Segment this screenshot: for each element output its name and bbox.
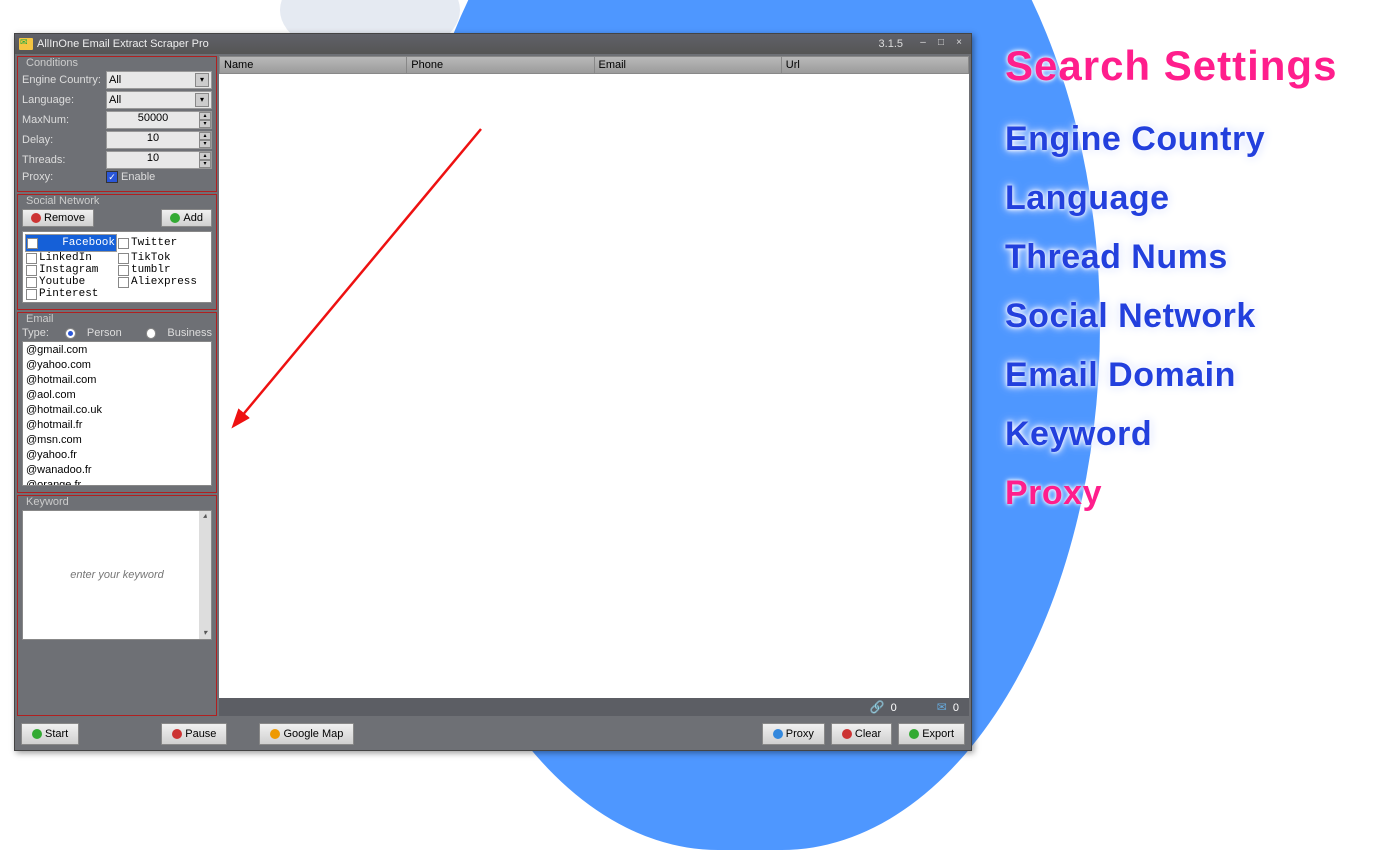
language-select[interactable]: All▾ <box>106 91 212 109</box>
social-item-tiktok[interactable]: TikTok <box>117 252 209 264</box>
version-label: 3.1.5 <box>879 38 903 50</box>
list-item: @wanadoo.fr <box>26 463 208 478</box>
language-label: Language: <box>22 94 106 106</box>
proxy-checkbox[interactable]: ✓ <box>106 171 118 183</box>
social-item-instagram[interactable]: Instagram <box>25 264 117 276</box>
list-item: @yahoo.com <box>26 358 208 373</box>
type-label: Type: <box>22 327 57 339</box>
app-icon <box>19 38 33 50</box>
annotation-item: Engine Country <box>1005 120 1385 159</box>
social-title: Social Network <box>24 195 101 207</box>
annotation-item: Language <box>1005 179 1385 218</box>
status-bar: 🔗 0 ✉ 0 <box>219 698 969 716</box>
window-title: AllInOne Email Extract Scraper Pro <box>37 38 209 50</box>
threads-label: Threads: <box>22 154 106 166</box>
col-phone[interactable]: Phone <box>407 56 594 74</box>
table-header: Name Phone Email Url <box>219 56 969 74</box>
add-button[interactable]: Add <box>161 209 212 227</box>
keyword-panel: Keyword enter your keyword ▴▾ <box>17 495 217 716</box>
table-body <box>219 74 969 698</box>
delay-input[interactable]: 10▴▾ <box>106 131 212 149</box>
conditions-title: Conditions <box>24 57 80 69</box>
col-name[interactable]: Name <box>219 56 407 74</box>
threads-input[interactable]: 10▴▾ <box>106 151 212 169</box>
proxy-enable-label: Enable <box>121 171 155 183</box>
main-table-area: Name Phone Email Url 🔗 0 ✉ 0 <box>219 56 969 716</box>
social-item-aliexpress[interactable]: Aliexpress <box>117 276 209 288</box>
start-button[interactable]: Start <box>21 723 79 745</box>
play-icon <box>32 729 42 739</box>
list-item: @hotmail.fr <box>26 418 208 433</box>
list-item: @orange.fr <box>26 478 208 486</box>
col-url[interactable]: Url <box>782 56 969 74</box>
engine-country-label: Engine Country: <box>22 74 106 86</box>
annotation-item: Keyword <box>1005 415 1385 454</box>
list-item: @msn.com <box>26 433 208 448</box>
delay-label: Delay: <box>22 134 106 146</box>
close-button[interactable]: × <box>951 37 967 51</box>
social-item-tumblr[interactable]: tumblr <box>117 264 209 276</box>
app-window: AllInOne Email Extract Scraper Pro 3.1.5… <box>14 33 972 751</box>
annotation-item: Social Network <box>1005 297 1385 336</box>
annotation-item: Email Domain <box>1005 356 1385 395</box>
clear-button[interactable]: Clear <box>831 723 892 745</box>
proxy-label: Proxy: <box>22 171 106 183</box>
maxnum-input[interactable]: 50000▴▾ <box>106 111 212 129</box>
person-radio[interactable] <box>65 328 76 339</box>
export-button[interactable]: Export <box>898 723 965 745</box>
social-item-twitter[interactable]: Twitter <box>117 234 209 252</box>
social-panel: Social Network Remove Add Facebook Twitt… <box>17 194 217 310</box>
social-list: Facebook Twitter LinkedIn TikTok Instagr… <box>22 231 212 303</box>
chevron-down-icon: ▾ <box>195 93 209 107</box>
business-radio[interactable] <box>146 328 157 339</box>
list-item: @hotmail.com <box>26 373 208 388</box>
export-icon <box>909 729 919 739</box>
keyword-textarea[interactable]: enter your keyword ▴▾ <box>22 510 212 640</box>
minimize-button[interactable]: – <box>915 37 931 51</box>
annotation-title: Search Settings <box>1005 42 1385 90</box>
annotation-item: Proxy <box>1005 474 1385 513</box>
list-item: @aol.com <box>26 388 208 403</box>
pause-icon <box>172 729 182 739</box>
title-bar: AllInOne Email Extract Scraper Pro 3.1.5… <box>15 34 971 54</box>
scrollbar[interactable]: ▴▾ <box>199 511 211 639</box>
list-item: @yahoo.fr <box>26 448 208 463</box>
email-panel: Email Type: Person Business @gmail.com @… <box>17 312 217 493</box>
keyword-placeholder: enter your keyword <box>70 569 164 581</box>
social-item-youtube[interactable]: Youtube <box>25 276 117 288</box>
google-map-button[interactable]: Google Map <box>259 723 354 745</box>
domain-list[interactable]: @gmail.com @yahoo.com @hotmail.com @aol.… <box>22 341 212 486</box>
conditions-panel: Conditions Engine Country:All▾ Language:… <box>17 56 217 192</box>
clear-icon <box>842 729 852 739</box>
annotation-item: Thread Nums <box>1005 238 1385 277</box>
attachment-icon: 🔗 <box>869 700 884 714</box>
pause-button[interactable]: Pause <box>161 723 227 745</box>
annotation-overlay: Search Settings Engine Country Language … <box>1005 42 1385 533</box>
map-icon <box>270 729 280 739</box>
email-title: Email <box>24 313 56 325</box>
engine-country-select[interactable]: All▾ <box>106 71 212 89</box>
footer-toolbar: Start Pause Google Map Proxy Clear Expor… <box>15 718 971 750</box>
proxy-icon <box>773 729 783 739</box>
sidebar: Conditions Engine Country:All▾ Language:… <box>17 56 217 716</box>
maximize-button[interactable]: □ <box>933 37 949 51</box>
social-item-facebook[interactable]: Facebook <box>25 234 117 252</box>
proxy-button[interactable]: Proxy <box>762 723 825 745</box>
annotation-arrow <box>231 119 491 429</box>
social-item-linkedin[interactable]: LinkedIn <box>25 252 117 264</box>
social-item-pinterest[interactable]: Pinterest <box>25 288 117 300</box>
col-email[interactable]: Email <box>595 56 782 74</box>
keyword-title: Keyword <box>24 496 71 508</box>
remove-icon <box>31 213 41 223</box>
maxnum-label: MaxNum: <box>22 114 106 126</box>
list-item: @hotmail.co.uk <box>26 403 208 418</box>
chevron-down-icon: ▾ <box>195 73 209 87</box>
remove-button[interactable]: Remove <box>22 209 94 227</box>
mail-icon: ✉ <box>937 700 947 714</box>
add-icon <box>170 213 180 223</box>
list-item: @gmail.com <box>26 343 208 358</box>
